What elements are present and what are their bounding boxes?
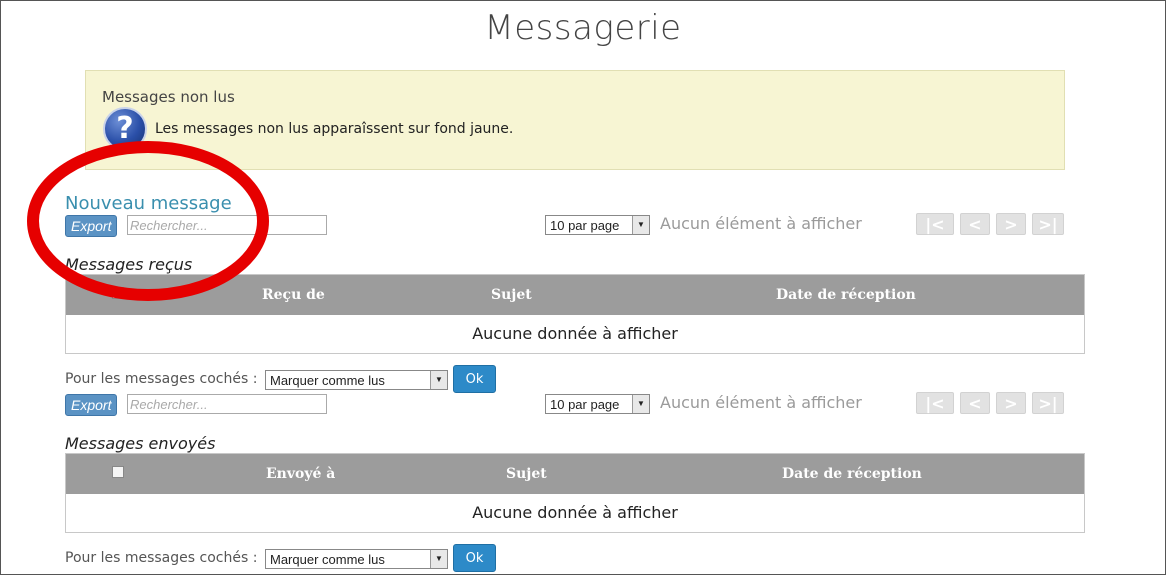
sent-empty-info: Aucun élément à afficher: [660, 393, 862, 412]
received-bulk-label: Pour les messages cochés :: [65, 371, 258, 387]
received-per-page-select[interactable]: 10 par page ▼: [545, 215, 650, 235]
received-bulk-action-select[interactable]: Marquer comme lus ▼: [265, 370, 448, 390]
sent-empty-row: Aucune donnée à afficher: [472, 503, 678, 522]
received-empty-info: Aucun élément à afficher: [660, 214, 862, 233]
received-search-input[interactable]: Rechercher...: [127, 215, 327, 235]
page-title: Messagerie: [484, 8, 682, 48]
received-ok-button[interactable]: Ok: [453, 365, 496, 393]
received-section-title: Messages reçus: [65, 255, 193, 274]
sent-col-subject[interactable]: Sujet: [506, 466, 547, 482]
chevron-down-icon: ▼: [632, 216, 649, 234]
chevron-down-icon: ▼: [632, 395, 649, 413]
received-last-page-button[interactable]: >|: [1032, 213, 1064, 235]
sent-per-page-value: 10 par page: [550, 397, 620, 412]
received-table-header: Reçu de Sujet Date de réception: [66, 275, 1084, 315]
sent-col-to[interactable]: Envoyé à: [266, 466, 335, 482]
sent-export-button[interactable]: Export: [65, 394, 118, 416]
received-prev-page-button[interactable]: <: [960, 213, 990, 235]
sent-section-title: Messages envoyés: [65, 434, 216, 453]
received-per-page-value: 10 par page: [550, 218, 620, 233]
question-icon: ?: [103, 107, 147, 151]
sent-select-all-checkbox[interactable]: [112, 466, 124, 478]
info-box-text: Les messages non lus apparaîssent sur fo…: [155, 121, 514, 137]
received-col-date[interactable]: Date de réception: [776, 287, 916, 303]
sent-next-page-button[interactable]: >: [996, 392, 1026, 414]
sent-table: Envoyé à Sujet Date de réception Aucune …: [65, 453, 1085, 533]
sent-prev-page-button[interactable]: <: [960, 392, 990, 414]
received-table: Reçu de Sujet Date de réception Aucune d…: [65, 274, 1085, 354]
new-message-link[interactable]: Nouveau message: [65, 193, 232, 214]
received-col-subject[interactable]: Sujet: [491, 287, 532, 303]
received-export-button[interactable]: Export: [65, 215, 118, 237]
received-col-from[interactable]: Reçu de: [262, 287, 325, 303]
sent-col-date[interactable]: Date de réception: [782, 466, 922, 482]
info-box-title: Messages non lus: [102, 88, 235, 106]
sent-ok-button[interactable]: Ok: [453, 544, 496, 572]
sent-bulk-label: Pour les messages cochés :: [65, 550, 258, 566]
sent-last-page-button[interactable]: >|: [1032, 392, 1064, 414]
chevron-down-icon: ▼: [430, 371, 447, 389]
info-box: Messages non lus ? Les messages non lus …: [85, 70, 1065, 170]
received-bulk-action-value: Marquer comme lus: [270, 373, 385, 388]
chevron-down-icon: ▼: [430, 550, 447, 568]
sent-search-input[interactable]: Rechercher...: [127, 394, 327, 414]
received-empty-row: Aucune donnée à afficher: [472, 324, 678, 343]
sent-table-header: Envoyé à Sujet Date de réception: [66, 454, 1084, 494]
received-select-all-checkbox[interactable]: [112, 287, 124, 299]
sent-first-page-button[interactable]: |<: [916, 392, 954, 414]
sent-bulk-action-select[interactable]: Marquer comme lus ▼: [265, 549, 448, 569]
sent-per-page-select[interactable]: 10 par page ▼: [545, 394, 650, 414]
sent-bulk-action-value: Marquer comme lus: [270, 552, 385, 567]
received-first-page-button[interactable]: |<: [916, 213, 954, 235]
received-next-page-button[interactable]: >: [996, 213, 1026, 235]
